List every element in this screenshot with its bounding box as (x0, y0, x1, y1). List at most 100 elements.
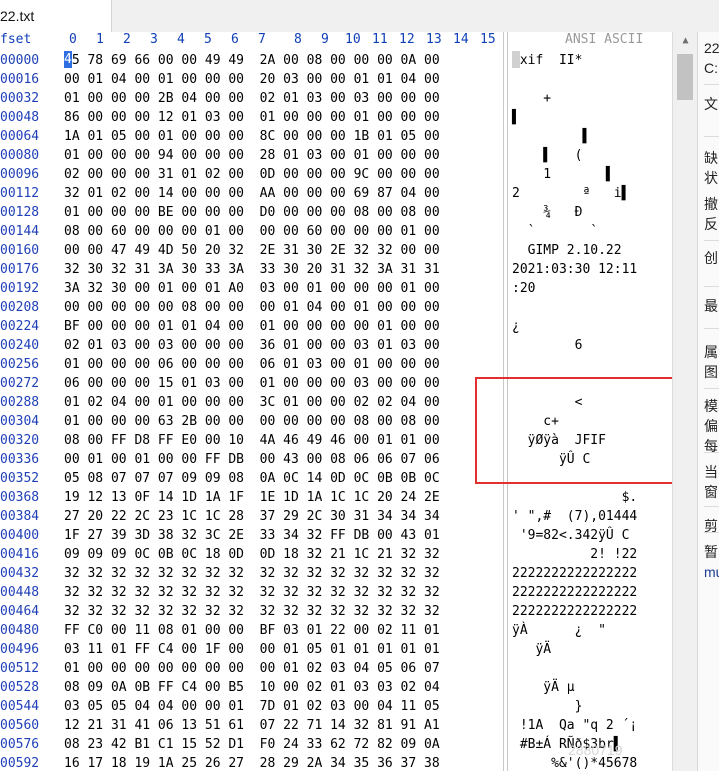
row-ascii[interactable]: !1A Qa "q 2 ´¡ (512, 716, 637, 735)
row-ascii[interactable]: 1 ▌ (512, 165, 613, 184)
row-hex-bytes[interactable]: 32 30 32 31 3A 30 33 3A 33 30 20 31 32 3… (64, 260, 440, 279)
row-hex-bytes[interactable]: 00 00 00 00 00 08 00 00 00 01 04 00 01 0… (64, 298, 440, 317)
side-panel-item[interactable]: 当 (704, 462, 718, 482)
row-ascii[interactable]: :20 (512, 279, 535, 298)
row-hex-bytes[interactable]: 00 01 00 01 00 00 FF DB 00 43 00 08 06 0… (64, 450, 440, 469)
row-ascii[interactable]: $. (512, 488, 638, 507)
tab-file[interactable]: 22.txt (0, 0, 112, 32)
row-hex-bytes[interactable]: 1A 01 05 00 01 00 00 00 8C 00 00 00 1B 0… (64, 127, 440, 146)
row-hex-bytes[interactable]: 27 20 22 2C 23 1C 1C 28 37 29 2C 30 31 3… (64, 507, 440, 526)
row-ascii[interactable]: GIMP 2.10.22 (512, 241, 622, 260)
row-ascii[interactable]: ` ` (512, 222, 598, 241)
row-ascii[interactable]: ▌ ( (512, 146, 582, 165)
side-panel-item[interactable]: 窗 (704, 482, 718, 502)
row-offset: 00000 (0, 53, 40, 68)
side-panel-item[interactable]: 反 (704, 214, 718, 234)
row-ascii[interactable]: ▌ (512, 108, 520, 127)
row-ascii[interactable]: 2222222222222222 (512, 602, 637, 621)
row-hex-bytes[interactable]: 12 21 31 41 06 13 51 61 07 22 71 14 32 8… (64, 716, 440, 735)
side-panel-item[interactable]: 创 (704, 248, 718, 268)
row-ascii[interactable]: ▌ (512, 127, 590, 146)
row-hex-bytes[interactable]: 00 01 04 00 01 00 00 00 20 03 00 00 01 0… (64, 70, 440, 89)
row-offset: 00400 (0, 528, 40, 543)
side-panel-item[interactable]: 最 (704, 296, 718, 316)
row-hex-bytes[interactable]: 32 32 32 32 32 32 32 32 32 32 32 32 32 3… (64, 583, 440, 602)
row-ascii[interactable]: ÿÀ ¿ " (512, 621, 606, 640)
side-panel-item[interactable]: 剪 (704, 516, 718, 536)
row-hex-bytes[interactable]: 08 00 FF D8 FF E0 00 10 4A 46 49 46 00 0… (64, 431, 440, 450)
row-hex-bytes[interactable]: 01 00 00 00 63 2B 00 00 00 00 00 00 08 0… (64, 412, 440, 431)
row-hex-bytes[interactable]: 01 02 04 00 01 00 00 00 3C 01 00 00 02 0… (64, 393, 440, 412)
row-hex-bytes[interactable]: 03 05 05 04 04 00 00 01 7D 01 02 03 00 0… (64, 697, 440, 716)
row-hex-bytes[interactable]: 02 01 03 00 03 00 00 00 36 01 00 00 03 0… (64, 336, 440, 355)
scroll-up-arrow-icon[interactable]: ▲ (673, 32, 698, 50)
row-ascii[interactable]: ' ",# (7),01444 (512, 507, 637, 526)
row-hex-bytes[interactable]: FF C0 00 11 08 01 00 00 BF 03 01 22 00 0… (64, 621, 440, 640)
row-hex-bytes[interactable]: 02 00 00 00 31 01 02 00 0D 00 00 00 9C 0… (64, 165, 440, 184)
row-ascii[interactable]: 2021:03:30 12:11 (512, 260, 637, 279)
scrollbar-thumb[interactable] (677, 54, 693, 100)
row-ascii[interactable]: + (512, 89, 551, 108)
side-panel-item[interactable]: 撤 (704, 194, 718, 214)
row-hex-bytes[interactable]: 1F 27 39 3D 38 32 3C 2E 33 34 32 FF DB 0… (64, 526, 440, 545)
row-ascii[interactable]: ÿÄ µ (512, 678, 574, 697)
row-offset: 00480 (0, 623, 40, 638)
row-ascii[interactable]: ¾ Ð (512, 203, 582, 222)
row-ascii[interactable]: '9=82<.342ÿÛ C (512, 526, 630, 545)
row-hex-bytes[interactable]: 32 32 32 32 32 32 32 32 32 32 32 32 32 3… (64, 564, 440, 583)
row-hex-bytes[interactable]: 16 17 18 19 1A 25 26 27 28 29 2A 34 35 3… (64, 754, 440, 771)
row-offset: 00160 (0, 243, 40, 258)
row-ascii[interactable]: 2 ª i▌ (512, 184, 629, 203)
row-hex-bytes[interactable]: 32 01 02 00 14 00 00 00 AA 00 00 00 69 8… (64, 184, 440, 203)
tab-title: 22.txt (0, 8, 35, 24)
row-ascii[interactable]: ¿ (512, 317, 520, 336)
side-panel-item[interactable]: 每 (704, 436, 718, 456)
row-ascii[interactable]: 2! !22 (512, 545, 637, 564)
row-hex-bytes[interactable]: 01 00 00 00 00 00 00 00 00 01 02 03 04 0… (64, 659, 440, 678)
row-hex-bytes[interactable]: 3A 32 30 00 01 00 01 A0 03 00 01 00 00 0… (64, 279, 440, 298)
row-hex-bytes[interactable]: 32 32 32 32 32 32 32 32 32 32 32 32 32 3… (64, 602, 440, 621)
side-panel-item[interactable]: 属 (704, 342, 718, 362)
side-panel-item[interactable]: 暂 (704, 542, 718, 562)
row-ascii[interactable]: 2222222222222222 (512, 583, 637, 602)
row-ascii[interactable]: ÿÄ (512, 640, 551, 659)
vertical-scrollbar[interactable]: ▲ (672, 32, 698, 771)
cursor-digit: 4 (64, 52, 72, 67)
row-hex-bytes[interactable]: 05 08 07 07 07 09 09 08 0A 0C 14 0D 0C 0… (64, 469, 440, 488)
column-header-4: 4 (177, 32, 185, 47)
row-offset: 00512 (0, 661, 40, 676)
row-hex-bytes[interactable]: 01 00 00 00 2B 04 00 00 02 01 03 00 03 0… (64, 89, 440, 108)
row-hex-bytes[interactable]: 01 00 00 00 06 00 00 00 06 01 03 00 01 0… (64, 355, 440, 374)
side-panel-item[interactable]: 状 (704, 168, 718, 188)
row-ascii[interactable]: } (512, 697, 583, 716)
row-hex-bytes[interactable]: 19 12 13 0F 14 1D 1A 1F 1E 1D 1A 1C 1C 2… (64, 488, 440, 507)
watermark-text: 2880719 (568, 742, 623, 758)
side-panel-item[interactable]: C: (704, 60, 718, 76)
side-panel-item[interactable]: 偏 (704, 416, 718, 436)
row-hex-bytes[interactable]: 08 00 60 00 00 00 01 00 00 00 60 00 00 0… (64, 222, 440, 241)
row-hex-bytes[interactable]: 09 09 09 0C 0B 0C 18 0D 0D 18 32 21 1C 2… (64, 545, 440, 564)
side-panel-item[interactable]: 22 (704, 40, 719, 56)
row-offset: 00432 (0, 566, 40, 581)
row-hex-bytes[interactable]: 01 00 00 00 BE 00 00 00 D0 00 00 00 08 0… (64, 203, 440, 222)
row-ascii[interactable]: 2222222222222222 (512, 564, 637, 583)
row-hex-bytes[interactable]: 03 11 01 FF C4 00 1F 00 00 01 05 01 01 0… (64, 640, 440, 659)
row-hex-bytes[interactable]: BF 00 00 00 01 01 04 00 01 00 00 00 00 0… (64, 317, 440, 336)
side-panel-item[interactable]: 缺 (704, 148, 718, 168)
row-offset: 00064 (0, 129, 40, 144)
row-hex-bytes[interactable]: 08 23 42 B1 C1 15 52 D1 F0 24 33 62 72 8… (64, 735, 440, 754)
side-panel: 22 C: 文缺状撤反创最属图模偏每当窗剪暂 mu (697, 32, 719, 771)
tab-bar: 22.txt (0, 0, 719, 33)
row-hex-bytes[interactable]: 45 78 69 66 00 00 49 49 2A 00 08 00 00 0… (64, 51, 440, 70)
row-hex-bytes[interactable]: 08 09 0A 0B FF C4 00 B5 10 00 02 01 03 0… (64, 678, 440, 697)
side-panel-item[interactable]: 图 (704, 362, 718, 382)
row-ascii[interactable]: 6 (512, 336, 583, 355)
row-hex-bytes[interactable]: 06 00 00 00 15 01 03 00 01 00 00 00 03 0… (64, 374, 440, 393)
side-panel-item[interactable]: 模 (704, 396, 718, 416)
row-hex-bytes[interactable]: 00 00 47 49 4D 50 20 32 2E 31 30 2E 32 3… (64, 241, 440, 260)
side-panel-item[interactable]: mu (704, 564, 719, 580)
row-hex-bytes[interactable]: 86 00 00 00 12 01 03 00 01 00 00 00 01 0… (64, 108, 440, 127)
side-panel-item[interactable]: 文 (704, 94, 718, 114)
row-hex-bytes[interactable]: 01 00 00 00 94 00 00 00 28 01 03 00 01 0… (64, 146, 440, 165)
row-ascii[interactable]: Exif II* (512, 51, 582, 70)
